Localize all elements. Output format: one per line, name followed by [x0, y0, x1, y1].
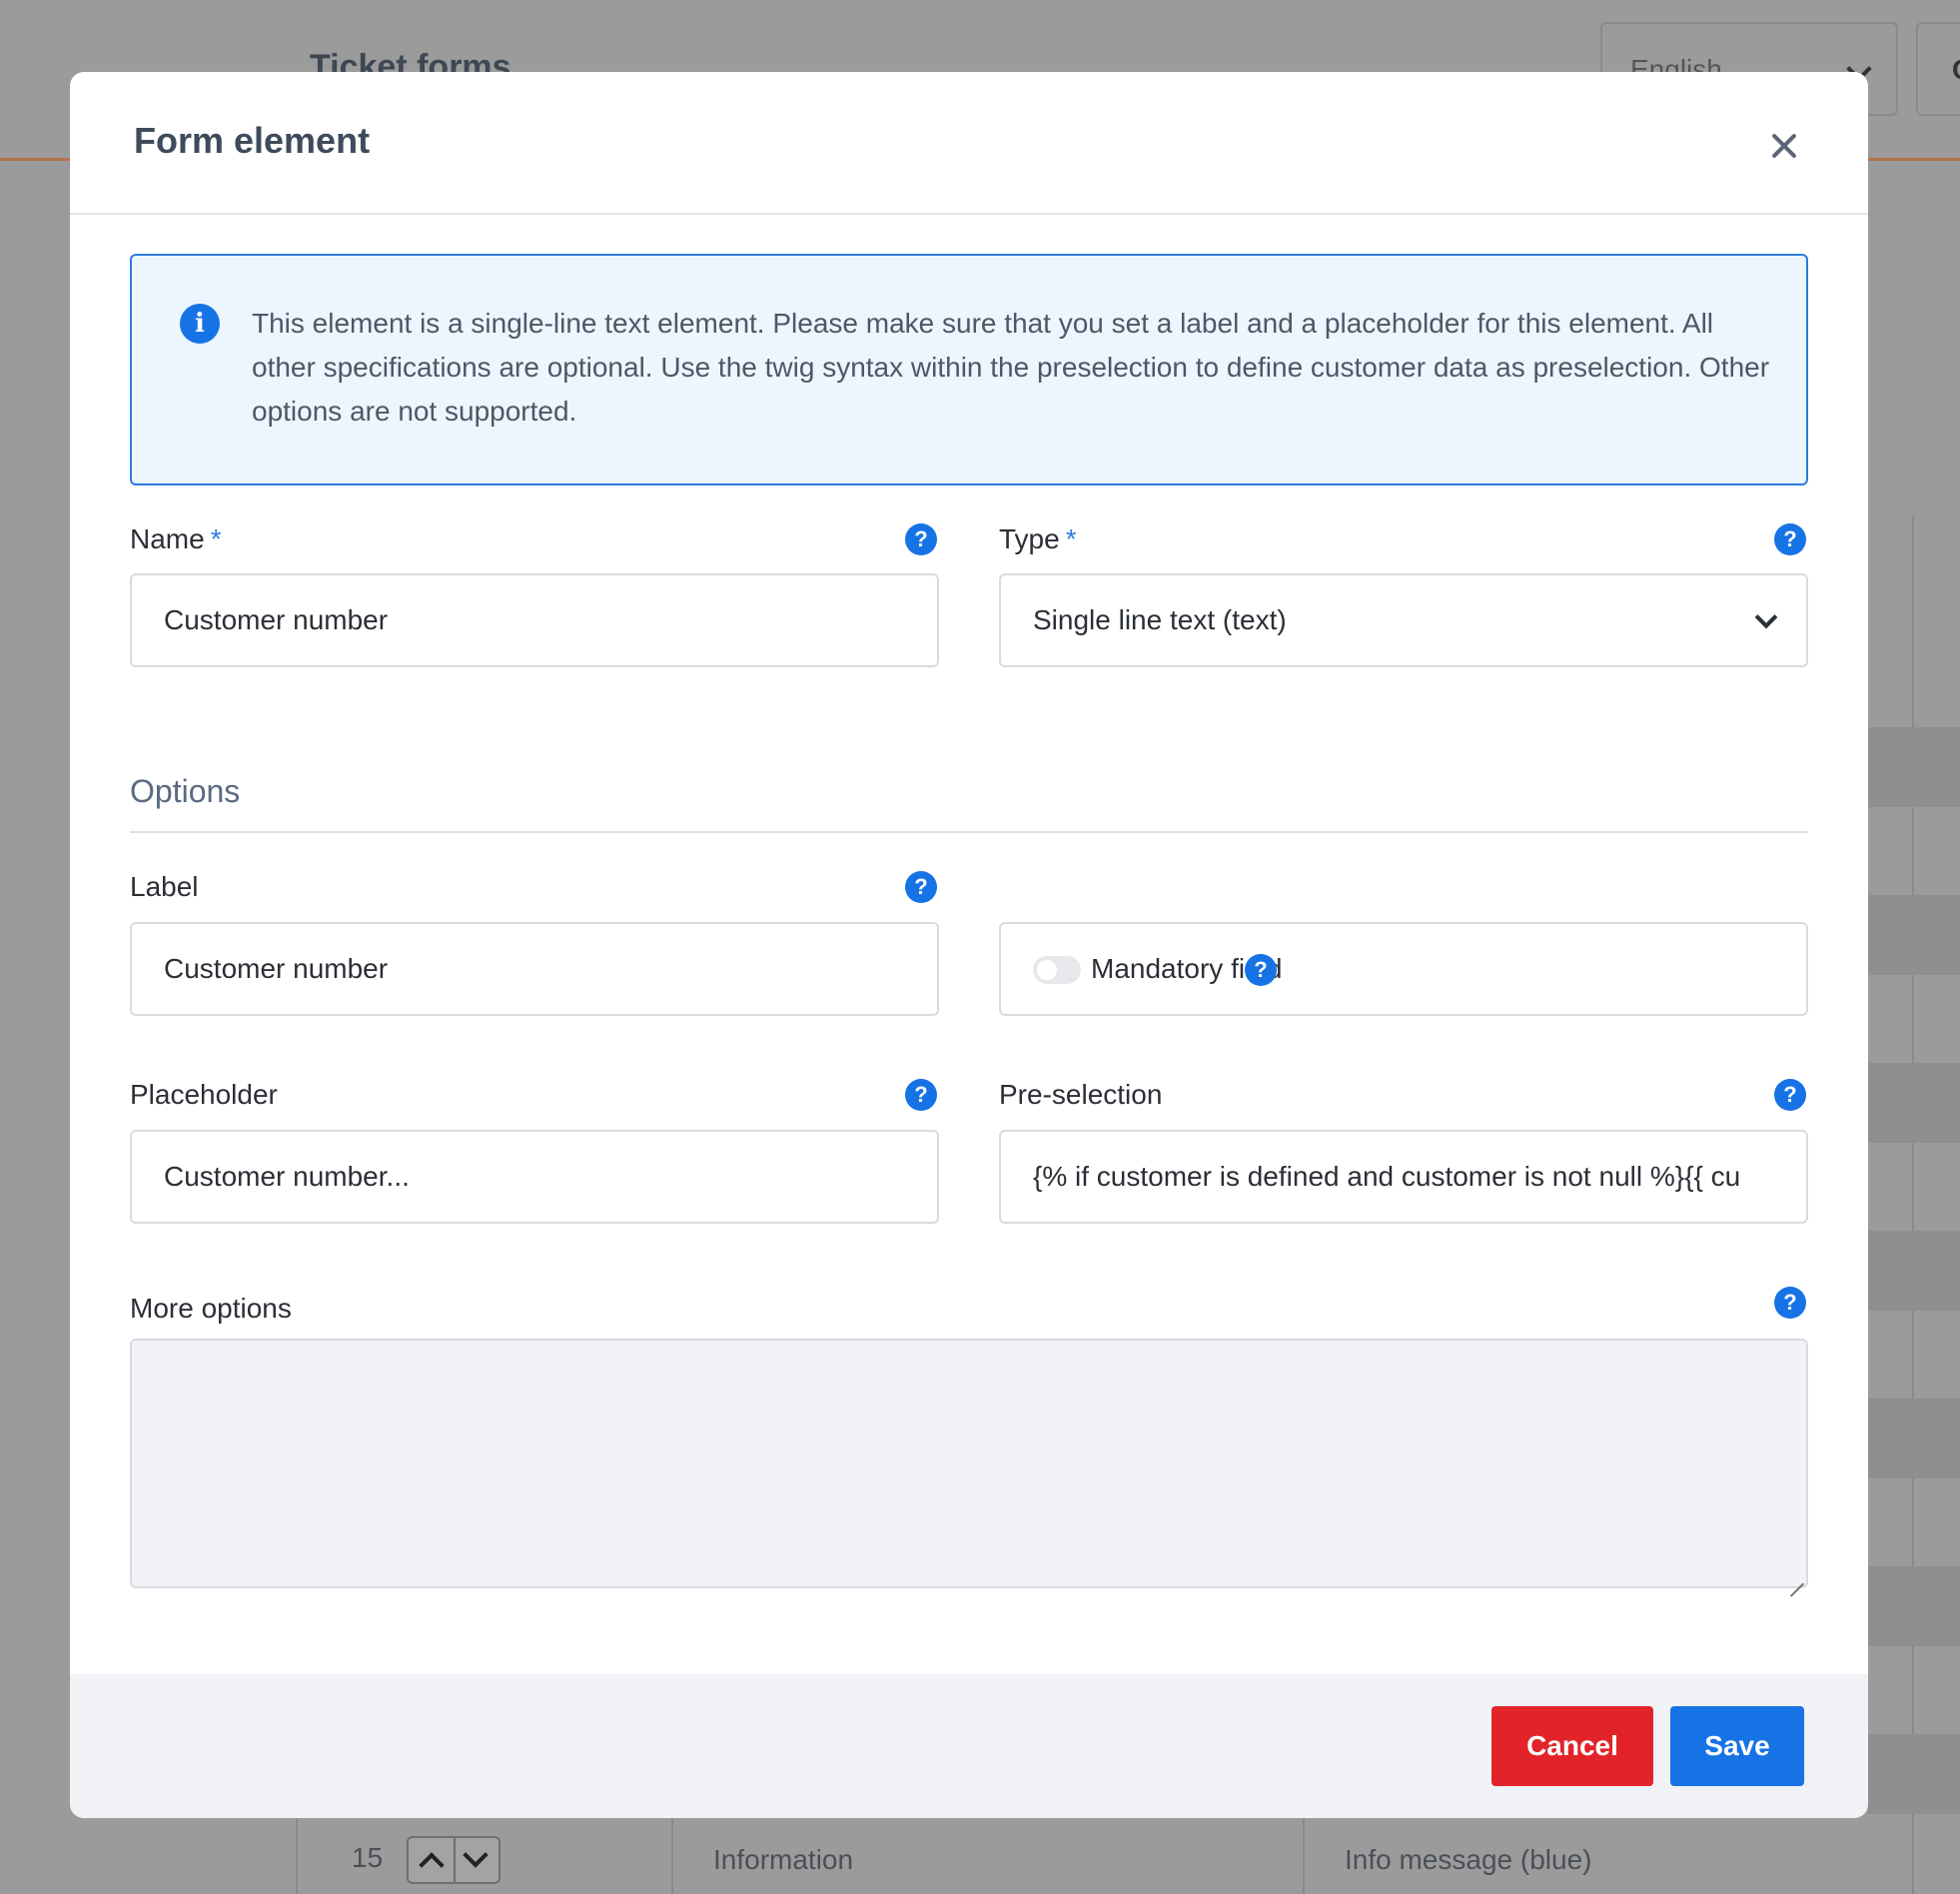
label-input[interactable]: Customer number	[130, 922, 939, 1016]
type-label: Type *	[999, 523, 1077, 555]
table-row-stripe	[1868, 727, 1960, 807]
row-style: Info message (blue)	[1345, 1844, 1592, 1875]
table-row-stripe	[1868, 1399, 1960, 1478]
required-mark: *	[210, 523, 222, 554]
table-row-stripe	[1868, 1734, 1960, 1814]
modal-header: Form element	[70, 72, 1868, 215]
table-divider	[1303, 1818, 1305, 1894]
chevron-up-icon[interactable]	[419, 1852, 445, 1878]
help-icon[interactable]: ?	[905, 523, 937, 555]
required-mark: *	[1065, 523, 1077, 554]
form-element-modal: Form element i This element is a single-…	[70, 72, 1868, 1818]
info-text: This element is a single-line text eleme…	[252, 308, 1770, 427]
placeholder-input[interactable]: Customer number...	[130, 1130, 939, 1224]
info-icon: i	[180, 304, 220, 344]
table-divider	[1912, 515, 1914, 1894]
help-icon[interactable]: ?	[1245, 954, 1277, 986]
table-row-stripe	[1868, 1231, 1960, 1311]
mandatory-toggle[interactable]	[1033, 956, 1081, 984]
name-label-text: Name	[130, 523, 205, 554]
help-icon[interactable]: ?	[1774, 1079, 1806, 1111]
mandatory-field-box: Mandatory field ?	[999, 922, 1808, 1016]
name-label: Name *	[130, 523, 222, 555]
row-position: 15	[352, 1842, 384, 1873]
type-select[interactable]: Single line text (text)	[999, 573, 1808, 667]
chevron-down-icon[interactable]	[463, 1842, 489, 1868]
help-icon[interactable]: ?	[1774, 523, 1806, 555]
cancel-button[interactable]: Cancel	[1491, 1706, 1653, 1786]
header-button-label: C	[1952, 54, 1960, 86]
help-icon[interactable]: ?	[905, 1079, 937, 1111]
modal-footer: Cancel Save	[70, 1674, 1868, 1818]
header-button[interactable]: C	[1916, 22, 1960, 116]
table-divider	[296, 1818, 298, 1894]
chevron-down-icon	[1754, 605, 1778, 629]
modal-title: Form element	[134, 120, 371, 161]
name-input[interactable]: Customer number	[130, 573, 939, 667]
reorder-stepper[interactable]	[407, 1836, 500, 1884]
more-options-label: More options	[130, 1293, 292, 1324]
table-row-stripe	[1868, 895, 1960, 975]
type-select-value: Single line text (text)	[1033, 604, 1287, 635]
help-icon[interactable]: ?	[1774, 1287, 1806, 1319]
table-divider	[671, 1818, 673, 1894]
stepper-divider	[454, 1838, 456, 1882]
label-field-label: Label	[130, 871, 199, 902]
row-type: Information	[713, 1844, 854, 1875]
preselection-input[interactable]: {% if customer is defined and customer i…	[999, 1130, 1808, 1224]
preselection-label: Pre-selection	[999, 1079, 1163, 1110]
placeholder-field-label: Placeholder	[130, 1079, 278, 1110]
table-row-stripe	[1868, 1063, 1960, 1143]
type-label-text: Type	[999, 523, 1060, 554]
table-row-stripe	[1868, 1566, 1960, 1646]
more-options-textarea[interactable]	[130, 1339, 1808, 1588]
close-icon[interactable]	[1764, 126, 1804, 166]
help-icon[interactable]: ?	[905, 871, 937, 903]
resize-handle-icon[interactable]	[1790, 1570, 1804, 1584]
section-divider	[130, 831, 1808, 833]
options-section-title: Options	[130, 773, 241, 809]
info-box: i This element is a single-line text ele…	[130, 254, 1808, 485]
save-button[interactable]: Save	[1670, 1706, 1804, 1786]
